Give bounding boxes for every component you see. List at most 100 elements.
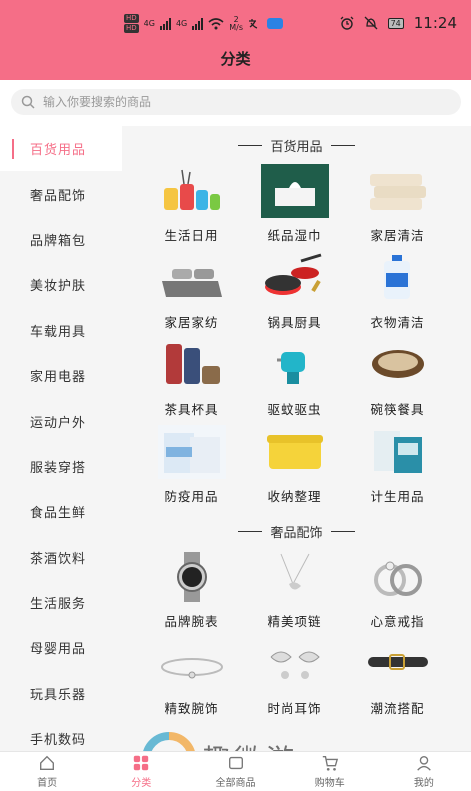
subcategory-item[interactable]: 精美项链 [243, 550, 346, 637]
profile-icon [417, 756, 431, 771]
sidebar-item-label: 品牌箱包 [30, 233, 87, 249]
subcategory-item[interactable]: 收纳整理 [243, 425, 346, 512]
mute-icon [364, 16, 378, 30]
sidebar-item[interactable]: 茶酒饮料 [0, 535, 122, 580]
subcategory-item[interactable]: 家居家纺 [140, 251, 243, 338]
cookware-icon [261, 251, 329, 305]
subcategory-item[interactable]: 纸品湿巾 [243, 164, 346, 251]
category-icon [134, 755, 149, 771]
subcategory-item[interactable]: 茶具杯具 [140, 338, 243, 425]
category-content: 百货用品生活日用 纸品湿巾 家居清洁家居家纺 锅具厨具 衣物清洁茶具杯具 驱蚊驱虫 碗筷餐具… [122, 126, 471, 751]
tab-home[interactable]: 首页 [0, 752, 94, 791]
alarm-icon [340, 16, 354, 30]
tab-label: 我的 [413, 778, 434, 789]
page-title: 分类 [220, 50, 251, 68]
sidebar-item-label: 服装穿搭 [30, 460, 87, 476]
subcategory-item[interactable]: 精致腕饰 [140, 637, 243, 724]
sidebar-item-label: 运动户外 [30, 415, 87, 431]
mosquito-repellent-icon [261, 338, 329, 392]
signal-icon [159, 17, 171, 30]
sidebar-item-label: 玩具乐器 [30, 687, 87, 703]
subcategory-label: 精致腕饰 [164, 701, 219, 716]
search-input[interactable] [43, 95, 423, 109]
app-header: HD HD 4G 4G 2 M/s 74 11:24 分类 [0, 0, 471, 80]
subcategory-item[interactable]: 防疫用品 [140, 425, 243, 512]
sidebar-item-label: 生活服务 [30, 597, 87, 613]
subcategory-label: 家居清洁 [370, 228, 425, 243]
sidebar-item-label: 母婴用品 [30, 642, 87, 658]
subcategory-item[interactable]: 潮流搭配 [346, 637, 449, 724]
section-title-label: 百货用品 [270, 139, 323, 155]
tab-category[interactable]: 分类 [94, 752, 188, 791]
storage-box-icon [261, 425, 329, 479]
belt-icon [364, 637, 432, 691]
sidebar-item[interactable]: 百货用品 [0, 126, 122, 172]
subcategory-label: 锅具厨具 [267, 315, 322, 330]
sidebar-item[interactable]: 奢品配饰 [0, 171, 122, 216]
subcategory-item[interactable]: 品牌腕表 [140, 550, 243, 637]
subcategory-label: 品牌腕表 [164, 614, 219, 629]
sidebar-item[interactable]: 服装穿搭 [0, 444, 122, 489]
subcategory-item[interactable]: 衣物清洁 [346, 251, 449, 338]
subcategory-label: 茶具杯具 [164, 402, 219, 417]
battery-icon: 74 [387, 17, 404, 29]
sidebar-item[interactable]: 车载用具 [0, 308, 122, 353]
section-title: 奢品配饰 [122, 512, 471, 550]
sidebar-item-label: 百货用品 [30, 143, 87, 159]
tab-label: 首页 [37, 778, 58, 789]
hd-badge-icon: HD HD [124, 14, 139, 33]
subcategory-label: 计生用品 [370, 489, 425, 504]
sidebar-item[interactable]: 品牌箱包 [0, 217, 122, 262]
divider [330, 530, 355, 532]
sidebar-item-label: 茶酒饮料 [30, 551, 87, 567]
subcategory-item[interactable]: 家居清洁 [346, 164, 449, 251]
all-goods-icon [228, 756, 243, 770]
subcategory-label: 时尚耳饰 [267, 701, 322, 716]
watch-icon [158, 550, 226, 604]
sidebar-item-label: 奢品配饰 [30, 188, 87, 204]
subcategory-label: 驱蚊驱虫 [267, 402, 322, 417]
clock: 11:24 [413, 14, 457, 32]
subcategory-item[interactable]: 生活日用 [140, 164, 243, 251]
subcategory-item[interactable]: 碗筷餐具 [346, 338, 449, 425]
tab-label: 分类 [131, 778, 152, 789]
tab-all-goods[interactable]: 全部商品 [188, 752, 282, 791]
sidebar-item[interactable]: 玩具乐器 [0, 671, 122, 716]
message-icon [267, 18, 284, 29]
sidebar-item[interactable]: 母婴用品 [0, 625, 122, 670]
section-title-label: 奢品配饰 [270, 525, 323, 541]
sidebar-item[interactable]: 家用电器 [0, 353, 122, 398]
sidebar-item[interactable]: 生活服务 [0, 580, 122, 625]
bowl-icon [364, 338, 432, 392]
subcategory-item[interactable]: 心意戒指 [346, 550, 449, 637]
translate-icon [249, 18, 258, 29]
subcategory-item[interactable]: 锅具厨具 [243, 251, 346, 338]
subcategory-label: 收纳整理 [267, 489, 322, 504]
divider [238, 144, 263, 146]
subcategory-label: 防疫用品 [164, 489, 219, 504]
cups-icon [158, 338, 226, 392]
cleaning-wipes-icon [364, 164, 432, 218]
sidebar-item[interactable]: 美妆护肤 [0, 262, 122, 307]
subcategory-item[interactable]: 计生用品 [346, 425, 449, 512]
tab-profile[interactable]: 我的 [377, 752, 471, 791]
subcategory-label: 碗筷餐具 [370, 402, 425, 417]
necklace-icon [261, 550, 329, 604]
cart-icon [322, 756, 338, 771]
subcategory-label: 衣物清洁 [370, 315, 425, 330]
sidebar-item[interactable]: 运动户外 [0, 398, 122, 443]
search-box[interactable] [11, 89, 461, 115]
sidebar-item-label: 家用电器 [30, 370, 87, 386]
sidebar-item[interactable]: 手机数码 [0, 716, 122, 751]
subcategory-item[interactable]: 驱蚊驱虫 [243, 338, 346, 425]
earrings-icon [261, 637, 329, 691]
wifi-icon [208, 17, 224, 29]
subcategory-item[interactable]: 时尚耳饰 [243, 637, 346, 724]
detergent-icon [364, 251, 432, 305]
sidebar-item[interactable]: 食品生鲜 [0, 489, 122, 534]
tab-cart[interactable]: 购物车 [283, 752, 377, 791]
masks-icon [157, 425, 226, 479]
subcategory-grid: 品牌腕表 精美项链 心意戒指精致腕饰 时尚耳饰 潮流搭配 [122, 550, 471, 724]
sidebar-item-label: 车载用具 [30, 324, 87, 340]
subcategory-grid: 生活日用 纸品湿巾 家居清洁家居家纺 锅具厨具 衣物清洁茶具杯具 驱蚊驱虫 碗筷餐具防疫用品… [122, 164, 471, 512]
